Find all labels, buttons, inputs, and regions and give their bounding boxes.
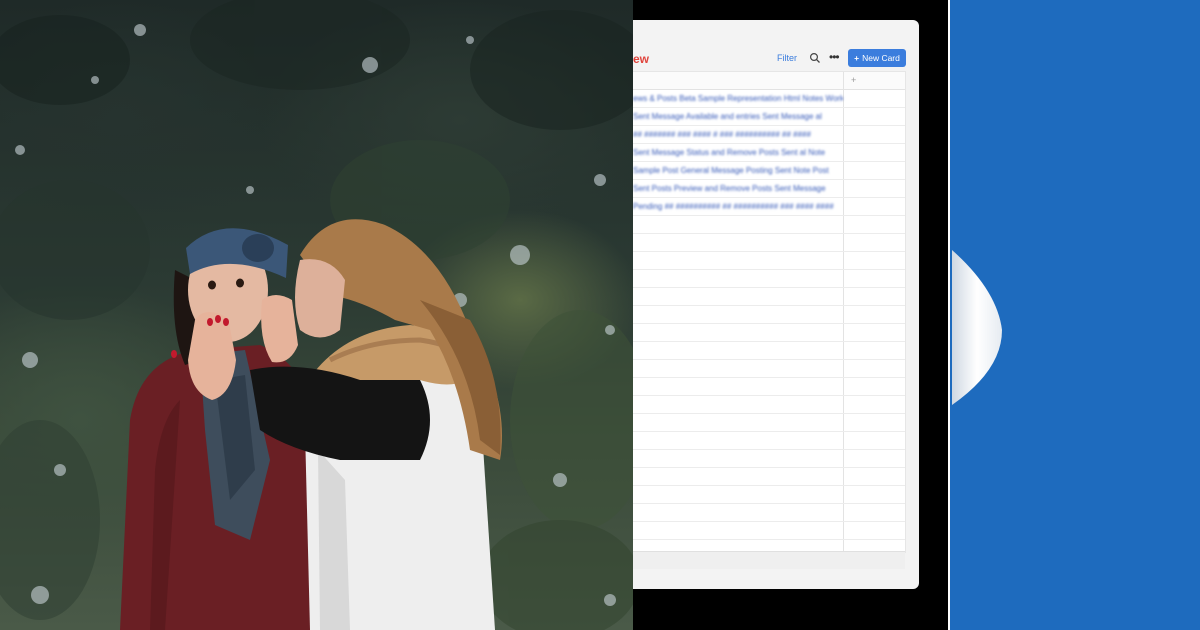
table-row[interactable]: Pending ## ########## ## ########## ### … [633,198,905,216]
empty-row[interactable] [633,306,905,324]
row-title: ews & Posts Beta Sample Representation H… [633,94,843,103]
add-column-icon[interactable]: + [851,75,856,85]
page-curl-icon [952,250,1002,405]
table-footer [633,551,905,569]
empty-row[interactable] [633,432,905,450]
empty-row[interactable] [633,522,905,540]
empty-row[interactable] [633,252,905,270]
row-title: ## ####### ### #### # ### ########## ## … [633,130,811,139]
empty-row[interactable] [633,486,905,504]
more-icon[interactable]: ••• [829,51,840,63]
stock-photo [0,0,633,630]
empty-row[interactable] [633,504,905,522]
table-row[interactable]: Sent Posts Preview and Remove Posts Sent… [633,180,905,198]
table-row[interactable]: Sent Message Status and Remove Posts Sen… [633,144,905,162]
empty-row[interactable] [633,288,905,306]
app-window: ew Filter ••• + New Card + ews & Posts Be… [633,20,919,589]
search-icon[interactable] [809,52,821,64]
row-title: Sent Posts Preview and Remove Posts Sent… [633,184,826,193]
table-row[interactable]: ews & Posts Beta Sample Representation H… [633,90,905,108]
row-title: Sent Message Status and Remove Posts Sen… [633,148,826,157]
new-card-label: New Card [862,53,900,63]
table-row[interactable]: Sent Message Available and entries Sent … [633,108,905,126]
filter-button[interactable]: Filter [777,53,797,63]
table-row[interactable]: Sample Post General Message Posting Sent… [633,162,905,180]
view-title: ew [633,52,650,66]
empty-row[interactable] [633,324,905,342]
empty-row[interactable] [633,234,905,252]
table-header: + [633,72,905,90]
row-title: Sample Post General Message Posting Sent… [633,166,829,175]
empty-row[interactable] [633,216,905,234]
row-title: Pending ## ########## ## ########## ### … [633,202,834,211]
empty-row[interactable] [633,450,905,468]
empty-row[interactable] [633,378,905,396]
toolbar: ew Filter ••• + New Card [633,20,919,70]
row-title: Sent Message Available and entries Sent … [633,112,822,121]
photo-illustration [0,0,633,630]
table-row[interactable]: ## ####### ### #### # ### ########## ## … [633,126,905,144]
plus-icon: + [854,53,860,63]
empty-row[interactable] [633,396,905,414]
new-card-button[interactable]: + New Card [848,49,906,67]
empty-row[interactable] [633,270,905,288]
cards-table: + ews & Posts Beta Sample Representation… [633,71,906,553]
empty-row[interactable] [633,468,905,486]
empty-row[interactable] [633,360,905,378]
empty-row[interactable] [633,342,905,360]
empty-row[interactable] [633,414,905,432]
